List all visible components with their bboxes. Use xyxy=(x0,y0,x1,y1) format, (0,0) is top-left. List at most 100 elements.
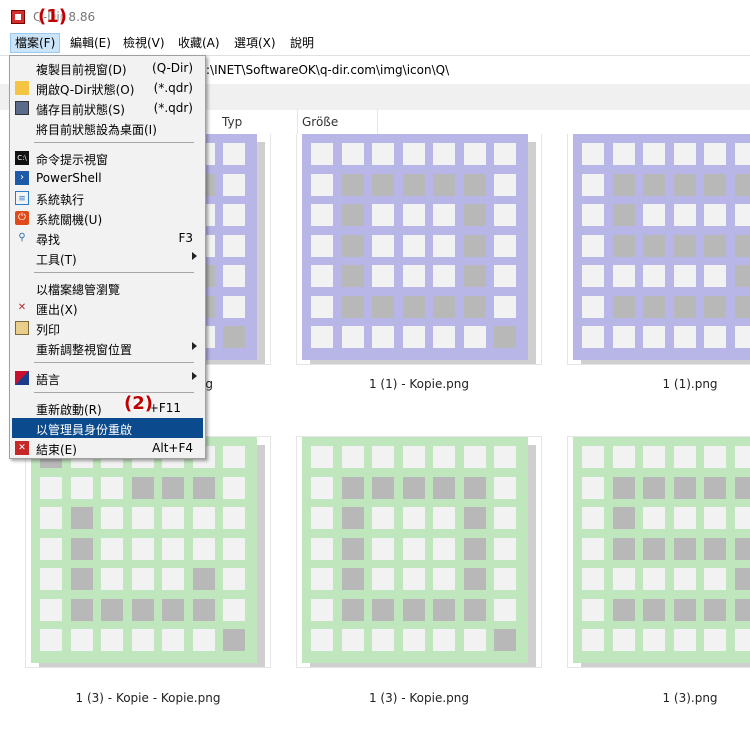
app-icon[interactable] xyxy=(11,10,25,24)
menu-item-copy-window[interactable]: 複製目前視窗(D) (Q-Dir) xyxy=(12,58,203,78)
title-bar: Q-Dir 8.86 (1) xyxy=(0,0,750,31)
thumbnail-pixel xyxy=(162,476,184,499)
menu-item-restart[interactable]: 重新啟動(R) +F11 xyxy=(12,398,203,418)
thumbnail-pixel xyxy=(341,537,364,560)
thumbnail-pixel xyxy=(463,204,486,226)
thumbnail-pixel xyxy=(101,568,123,590)
file-name-label[interactable]: 1 (3).png xyxy=(567,691,750,705)
thumbnail-pixel xyxy=(341,326,364,348)
thumbnail-pixel xyxy=(223,326,245,348)
menu-item-open-state[interactable]: 開啟Q-Dir狀態(O) (*.qdr) xyxy=(12,78,203,98)
thumbnail-pixel xyxy=(372,446,394,468)
thumbnail-pixel xyxy=(311,326,333,348)
thumbnail-pixel xyxy=(734,446,750,468)
menu-item-powershell[interactable]: › PowerShell xyxy=(12,168,203,188)
thumbnail-pixel xyxy=(70,507,93,529)
file-thumbnail[interactable] xyxy=(296,134,542,365)
file-thumbnail[interactable] xyxy=(296,436,542,668)
thumbnail-pixel xyxy=(582,507,604,529)
thumbnail-pixel xyxy=(402,173,425,196)
thumbnail-pixel xyxy=(612,537,635,560)
thumbnail-pixel xyxy=(433,234,455,257)
file-name-label[interactable]: 1 (3) - Kopie.png xyxy=(296,691,542,705)
thumbnail-pixel xyxy=(311,537,333,560)
thumbnail-pixel xyxy=(402,598,425,621)
thumbnail-pixel xyxy=(582,143,604,165)
thumbnail-pixel xyxy=(704,537,726,560)
thumbnail-pixel xyxy=(734,537,750,560)
file-thumbnail[interactable] xyxy=(567,436,750,668)
thumbnail-pixel xyxy=(494,537,516,560)
menu-item-explorer[interactable]: 以檔案總管瀏覽 xyxy=(12,278,203,298)
thumbnail-pixel xyxy=(612,598,635,621)
search-icon: ⚲ xyxy=(18,232,26,243)
menu-favorites[interactable]: 收藏(A) xyxy=(174,34,224,52)
thumbnail-pixel xyxy=(162,568,184,590)
menu-item-search[interactable]: ⚲ 尋找 F3 xyxy=(12,228,203,248)
menu-separator xyxy=(34,142,194,143)
thumbnail-pixel xyxy=(402,568,425,590)
thumbnail-pixel xyxy=(643,295,665,318)
menu-item-command-prompt[interactable]: C:\ 命令提示視窗 xyxy=(12,148,203,168)
file-name-label[interactable]: 1 (1).png xyxy=(567,377,750,391)
menu-help[interactable]: 說明 xyxy=(286,34,318,52)
thumbnail-pixel xyxy=(192,537,215,560)
menu-item-set-desktop[interactable]: 將目前狀態設為桌面(I) xyxy=(12,118,203,138)
thumbnail-pixel xyxy=(612,476,635,499)
file-name-label[interactable]: 1 (3) - Kopie - Kopie.png xyxy=(25,691,271,705)
thumbnail-pixel xyxy=(433,143,455,165)
menu-file[interactable]: 檔案(F) xyxy=(10,33,61,53)
menu-item-shutdown[interactable]: ⏻ 系統關機(U) xyxy=(12,208,203,228)
thumbnail-pixel xyxy=(463,234,486,257)
thumbnail-pixel xyxy=(40,629,62,651)
thumbnail-pixel xyxy=(433,295,455,318)
menu-view[interactable]: 檢視(V) xyxy=(119,34,169,52)
address-path[interactable]: :\INET\SoftwareOK\q-dir.com\img\icon\Q\ xyxy=(206,63,449,77)
thumbnail-pixel xyxy=(311,173,333,196)
thumbnail-pixel xyxy=(311,629,333,651)
callout-2: (2) xyxy=(124,393,153,414)
thumbnail-pixel xyxy=(704,446,726,468)
menu-item-restart-as-admin[interactable]: 以管理員身份重啟 xyxy=(12,418,203,438)
thumbnail-pixel xyxy=(223,446,245,468)
thumbnail-pixel xyxy=(494,204,516,226)
menu-item-print[interactable]: 列印 xyxy=(12,318,203,338)
thumbnail-pixel xyxy=(494,507,516,529)
thumbnail-pixel xyxy=(673,507,696,529)
thumbnail-pixel xyxy=(612,629,635,651)
powershell-icon: › xyxy=(15,171,29,185)
menu-item-exit[interactable]: ✕ 結束(E) Alt+F4 xyxy=(12,438,203,458)
print-icon xyxy=(15,321,29,335)
menu-separator xyxy=(34,392,194,393)
menu-item-label: 結束(E) xyxy=(36,443,77,457)
file-thumbnail[interactable] xyxy=(567,134,750,365)
file-thumbnail[interactable] xyxy=(25,436,271,668)
thumbnail-pixel xyxy=(192,598,215,621)
command-prompt-icon: C:\ xyxy=(15,151,29,165)
column-size[interactable]: Größe xyxy=(296,110,378,134)
callout-1: (1) xyxy=(38,6,67,27)
thumbnail-pixel xyxy=(372,295,394,318)
thumbnail-pixel xyxy=(582,598,604,621)
menu-item-window-positions[interactable]: 重新調整視窗位置 xyxy=(12,338,203,358)
thumbnail-pixel xyxy=(582,629,604,651)
thumbnail-pixel xyxy=(192,629,215,651)
file-name-label[interactable]: 1 (1) - Kopie.png xyxy=(296,377,542,391)
menu-item-language[interactable]: 語言 xyxy=(12,368,203,388)
thumbnail-pixel xyxy=(643,537,665,560)
thumbnail-pixel xyxy=(612,173,635,196)
menu-options[interactable]: 選項(X) xyxy=(230,34,280,52)
menu-item-save-state[interactable]: 儲存目前狀態(S) (*.qdr) xyxy=(12,98,203,118)
menu-edit[interactable]: 編輯(E) xyxy=(66,34,115,52)
thumbnail-pixel xyxy=(734,265,750,287)
column-type[interactable]: Typ xyxy=(216,110,298,134)
thumbnail-pixel xyxy=(402,507,425,529)
thumbnail-pixel xyxy=(341,265,364,287)
thumbnail-pixel xyxy=(223,234,245,257)
menu-item-run[interactable]: ≡ 系統執行 xyxy=(12,188,203,208)
menu-item-label: 尋找 xyxy=(36,233,61,247)
menu-item-tools[interactable]: 工具(T) xyxy=(12,248,203,268)
thumbnail-pixel xyxy=(734,326,750,348)
menu-item-export[interactable]: ✕ 匯出(X) xyxy=(12,298,203,318)
menu-item-label: 開啟Q-Dir狀態(O) xyxy=(36,83,135,97)
